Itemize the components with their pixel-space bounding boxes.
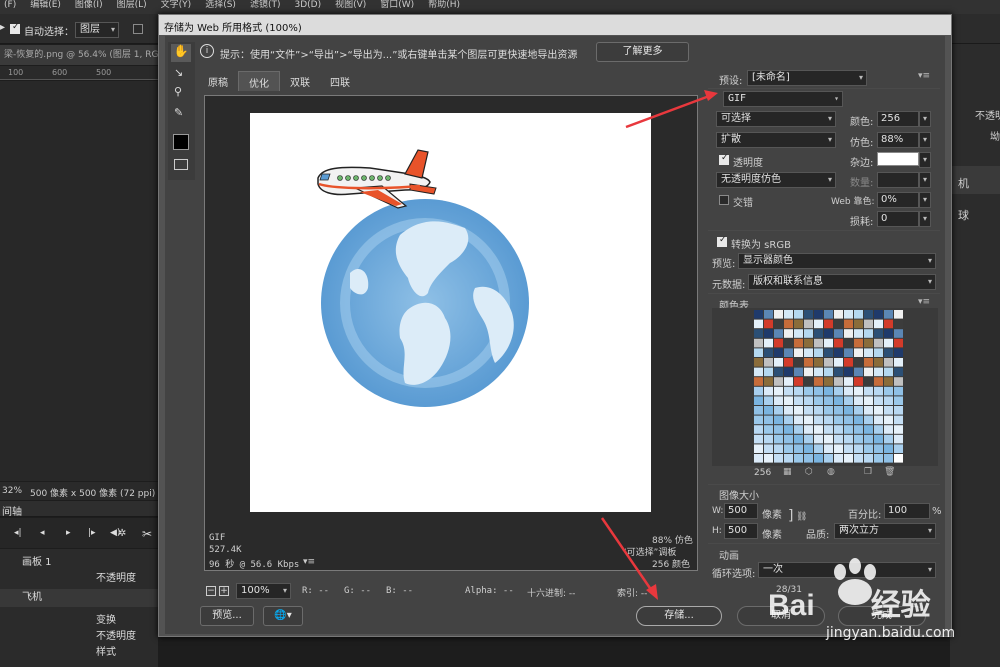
watermark-url: jingyan.baidu.com xyxy=(826,625,956,641)
watermark-bai: Bai xyxy=(768,589,815,622)
watermark-jingyan: 经验 xyxy=(870,589,931,622)
watermark-brand: Bai 经验 xyxy=(768,580,931,624)
